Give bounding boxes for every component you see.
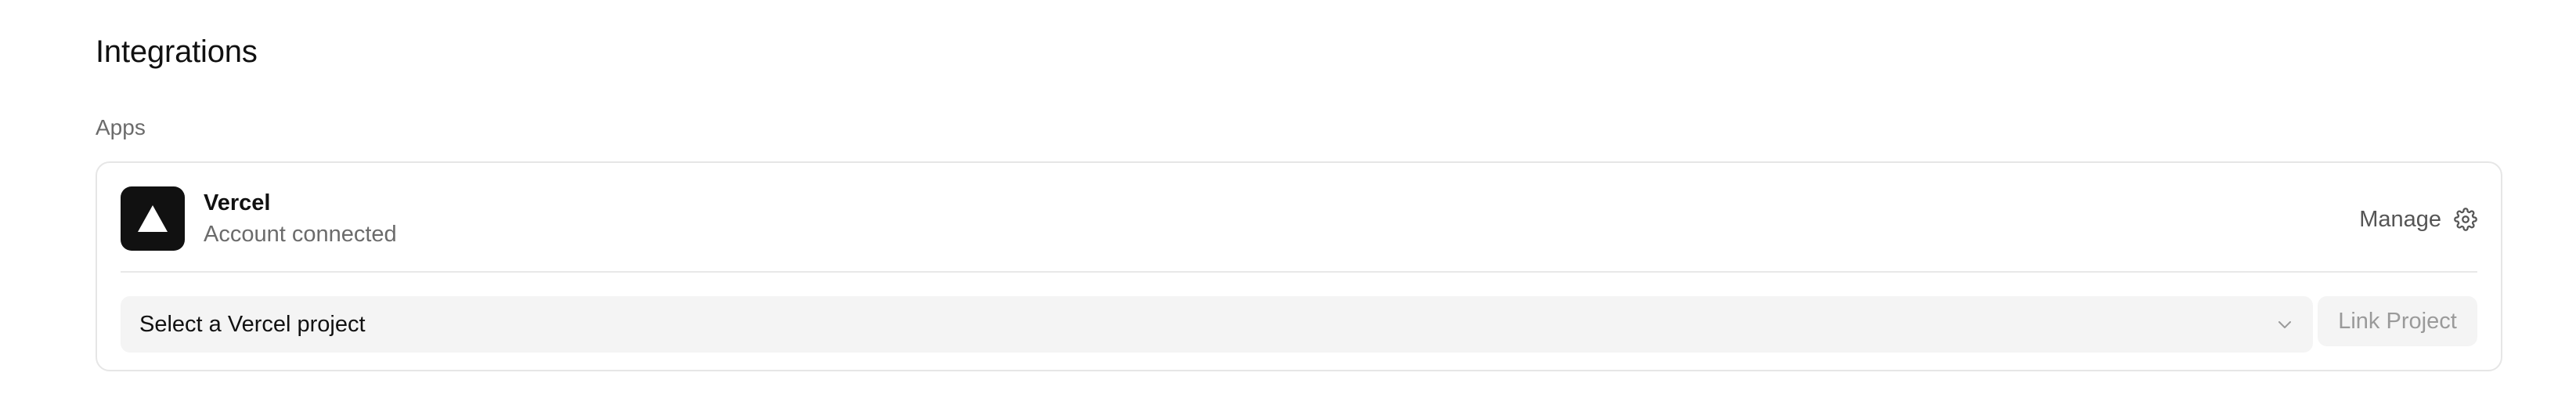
app-name: Vercel — [204, 190, 271, 215]
vercel-project-select[interactable]: Select a Vercel project — [121, 296, 2313, 353]
link-project-button[interactable]: Link Project — [2318, 296, 2477, 346]
chevron-down-icon — [2278, 321, 2291, 328]
project-select-value: Select a Vercel project — [139, 312, 366, 337]
page-title: Integrations — [96, 34, 258, 69]
app-row: Vercel Account connected Manage — [121, 186, 2477, 273]
apps-section-label: Apps — [96, 115, 146, 139]
gear-icon — [2454, 208, 2477, 231]
manage-button[interactable]: Manage — [2359, 201, 2477, 238]
manage-label: Manage — [2359, 207, 2441, 232]
connection-status: Account connected — [204, 222, 397, 247]
vercel-triangle-icon — [138, 205, 168, 232]
vercel-integration-card: Vercel Account connected Manage Select a… — [96, 161, 2502, 371]
vercel-logo — [121, 186, 185, 251]
project-link-row: Select a Vercel project Link Project — [121, 296, 2477, 353]
integrations-page: Integrations Apps Vercel Account connect… — [0, 0, 2576, 398]
